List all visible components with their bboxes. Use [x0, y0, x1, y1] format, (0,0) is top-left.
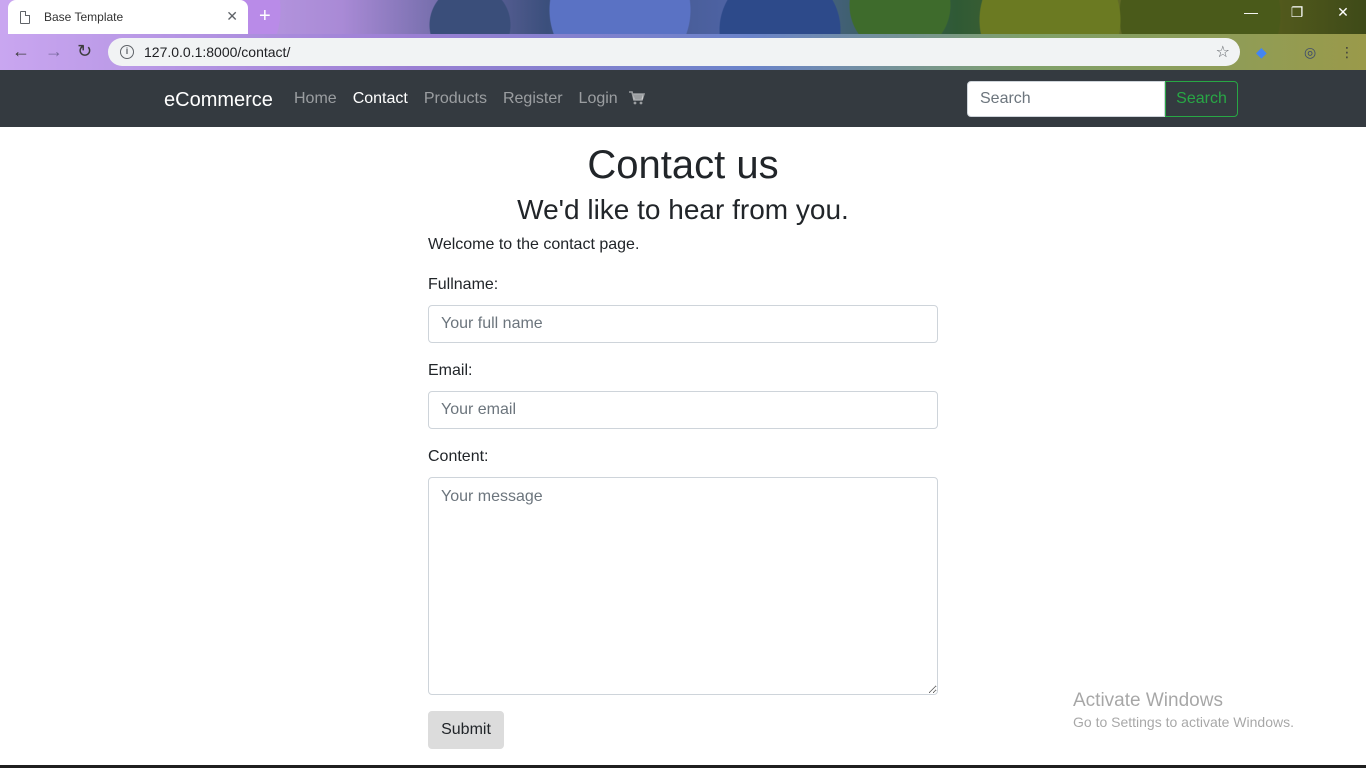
minimize-icon[interactable]: — — [1236, 4, 1266, 20]
nav-home[interactable]: Home — [294, 90, 337, 108]
nav-register[interactable]: Register — [503, 90, 563, 108]
fullname-label: Fullname: — [428, 276, 499, 293]
translate-extension-icon[interactable]: ◆ — [1256, 44, 1267, 61]
windows-watermark-title: Activate Windows — [1073, 690, 1223, 711]
reload-icon[interactable]: ↻ — [77, 41, 92, 62]
page-subtitle: We'd like to hear from you. — [517, 194, 849, 225]
back-arrow-icon[interactable]: ← — [12, 41, 30, 62]
browser-titlebar: Base Template ✕ + — ❐ ✕ — [0, 0, 1366, 34]
search-button[interactable]: Search — [1165, 81, 1238, 117]
url-text: 127.0.0.1:8000/contact/ — [144, 44, 291, 60]
new-tab-button[interactable]: + — [259, 5, 271, 28]
email-field[interactable] — [428, 391, 938, 429]
bookmark-star-icon[interactable]: ☆ — [1216, 42, 1230, 62]
restore-icon[interactable]: ❐ — [1282, 4, 1312, 21]
submit-button[interactable]: Submit — [428, 711, 504, 749]
fullname-field[interactable] — [428, 305, 938, 343]
brand-logo[interactable]: eCommerce — [164, 89, 273, 112]
intro-text: Welcome to the contact page. — [428, 236, 640, 253]
close-icon[interactable]: ✕ — [1328, 4, 1358, 21]
menu-kebab-icon[interactable]: ⋮ — [1340, 44, 1354, 61]
windows-watermark-subtitle: Go to Settings to activate Windows. — [1073, 714, 1294, 730]
nav-links: Home Contact Products Register Login — [294, 90, 618, 108]
email-label: Email: — [428, 362, 473, 379]
nav-products[interactable]: Products — [424, 90, 487, 108]
tab-close-icon[interactable]: ✕ — [226, 8, 238, 25]
info-icon[interactable]: i — [120, 45, 134, 59]
cart-icon[interactable] — [629, 91, 645, 105]
page-title: Contact us — [587, 143, 779, 187]
document-icon — [20, 10, 30, 24]
incognito-extension-icon[interactable]: ◎ — [1304, 44, 1316, 61]
forward-arrow-icon[interactable]: → — [45, 41, 63, 62]
tab-title: Base Template — [44, 10, 124, 24]
nav-contact[interactable]: Contact — [353, 90, 408, 108]
content-label: Content: — [428, 448, 489, 465]
address-bar[interactable]: i 127.0.0.1:8000/contact/ ☆ — [108, 38, 1240, 66]
nav-login[interactable]: Login — [579, 90, 618, 108]
content-textarea[interactable] — [428, 477, 938, 695]
browser-tab[interactable]: Base Template ✕ — [8, 0, 248, 34]
search-input[interactable] — [967, 81, 1165, 117]
